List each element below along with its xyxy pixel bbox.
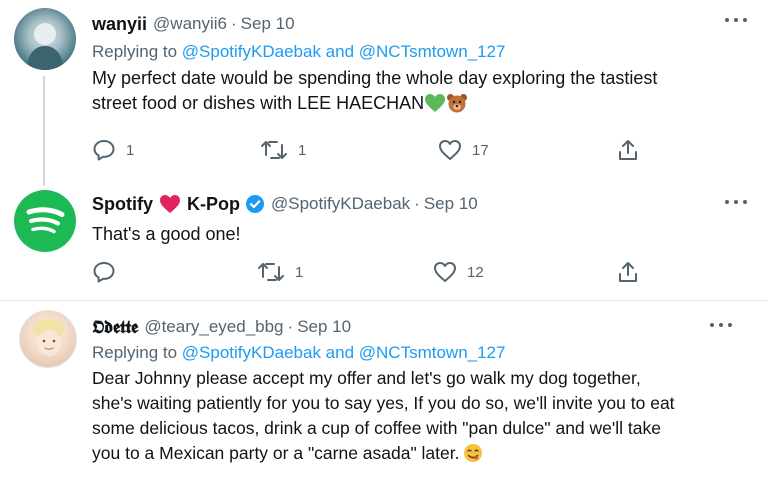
display-name-part[interactable]: Spotify: [92, 194, 153, 215]
tweet-header: Spotify K-Pop @SpotifyKDaebak · Sep 10: [92, 192, 732, 216]
share-icon: [619, 140, 637, 160]
mention-and[interactable]: and: [321, 42, 359, 61]
separator-dot: ·: [230, 14, 237, 33]
tweet-date[interactable]: Sep 10: [424, 194, 478, 214]
reply-icon: [93, 262, 115, 283]
replying-to-label: Replying to: [92, 343, 182, 362]
share-button[interactable]: [617, 136, 639, 164]
tweet-spotify-kpop[interactable]: Spotify K-Pop @SpotifyKDaebak · Sep 10 T…: [0, 186, 768, 300]
tweet-text-line: Dear Johnny please accept my offer and l…: [92, 368, 641, 388]
tweet-actions: 1 1 17: [0, 136, 768, 164]
tweet-text: Dear Johnny please accept my offer and l…: [92, 366, 742, 466]
retweet-icon: [258, 263, 284, 281]
spotify-logo-icon: [26, 207, 65, 234]
tweet-text-line: some delicious tacos, drink a cup of cof…: [92, 418, 661, 438]
tweet-text-line: My perfect date would be spending the wh…: [92, 68, 658, 88]
retweet-count: 1: [298, 141, 307, 159]
tweet-text-line: she's waiting patiently for you to say y…: [92, 393, 675, 413]
mention-link[interactable]: @NCTsmtown_127: [359, 343, 506, 362]
share-button[interactable]: [617, 258, 639, 286]
tweet-header: wanyii @wanyii6 · Sep 10: [92, 12, 732, 36]
more-options-button[interactable]: [725, 200, 747, 206]
tweet-odette[interactable]: 𝕺𝖉𝖊𝖙𝖙𝖊 @teary_eyed_bbg · Sep 10 Replying…: [0, 301, 768, 479]
separator-dot: ·: [414, 194, 420, 213]
tweet-date[interactable]: Sep 10: [241, 14, 295, 34]
more-options-button[interactable]: [710, 323, 732, 329]
mention-link[interactable]: @SpotifyKDaebak: [182, 343, 321, 362]
user-handle[interactable]: @teary_eyed_bbg: [144, 317, 283, 337]
tweet-header: 𝕺𝖉𝖊𝖙𝖙𝖊 @teary_eyed_bbg · Sep 10: [92, 315, 742, 339]
mention-link[interactable]: @SpotifyKDaebak: [182, 42, 321, 61]
user-handle[interactable]: @SpotifyKDaebak: [271, 194, 410, 214]
tweet-actions: 1 12: [0, 258, 768, 286]
like-button[interactable]: 17: [438, 136, 489, 164]
display-name[interactable]: wanyii: [92, 14, 147, 35]
tweet-wanyii[interactable]: wanyii @wanyii6 · Sep 10 Replying to @Sp…: [0, 0, 768, 186]
avatar-odette[interactable]: [19, 310, 77, 368]
tweet-text-line: street food or dishes with LEE HAECHAN: [92, 93, 425, 113]
tweet-text: My perfect date would be spending the wh…: [92, 66, 732, 116]
user-handle[interactable]: @wanyii6: [153, 14, 227, 34]
thread-connector: [43, 76, 45, 186]
tweet-text-line-with-emoji: you to a Mexican party or a "carne asada…: [92, 441, 742, 466]
tweet-text-line-with-emoji: street food or dishes with LEE HAECHAN: [92, 91, 732, 116]
share-icon: [619, 262, 637, 282]
like-count: 12: [467, 263, 484, 281]
retweet-button[interactable]: 1: [260, 136, 306, 164]
more-options-button[interactable]: [725, 18, 747, 24]
green-heart-icon: [425, 94, 446, 112]
red-heart-icon: [160, 195, 180, 213]
separator-dot: ·: [287, 317, 294, 336]
display-name-part[interactable]: K-Pop: [187, 194, 240, 215]
retweet-icon: [261, 141, 287, 159]
like-count: 17: [472, 141, 489, 159]
heart-outline-icon: [439, 140, 461, 160]
replying-to: Replying to @SpotifyKDaebak and @NCTsmto…: [92, 343, 742, 363]
mention-link[interactable]: @NCTsmtown_127: [359, 42, 506, 61]
replying-to-label: Replying to: [92, 42, 182, 61]
avatar-wanyii[interactable]: [14, 8, 76, 70]
verified-badge-icon: [246, 195, 264, 213]
reply-icon: [93, 140, 115, 161]
tweet-date[interactable]: Sep 10: [297, 317, 351, 337]
heart-outline-icon: [434, 262, 456, 282]
reply-button[interactable]: 1: [92, 136, 134, 164]
tweet-text-line: you to a Mexican party or a "carne asada…: [92, 443, 460, 463]
like-button[interactable]: 12: [433, 258, 484, 286]
avatar-spotify[interactable]: [14, 190, 76, 252]
reply-button[interactable]: [92, 258, 126, 286]
retweet-button[interactable]: 1: [257, 258, 303, 286]
tweet-text: That's a good one!: [92, 224, 241, 244]
savoring-food-icon: [464, 444, 483, 462]
reply-count: 1: [126, 141, 135, 159]
replying-to: Replying to @SpotifyKDaebak and @NCTsmto…: [92, 42, 732, 62]
mention-and[interactable]: and: [321, 343, 359, 362]
bear-face-icon: [447, 94, 468, 113]
display-name[interactable]: 𝕺𝖉𝖊𝖙𝖙𝖊: [92, 317, 138, 338]
retweet-count: 1: [295, 263, 304, 281]
